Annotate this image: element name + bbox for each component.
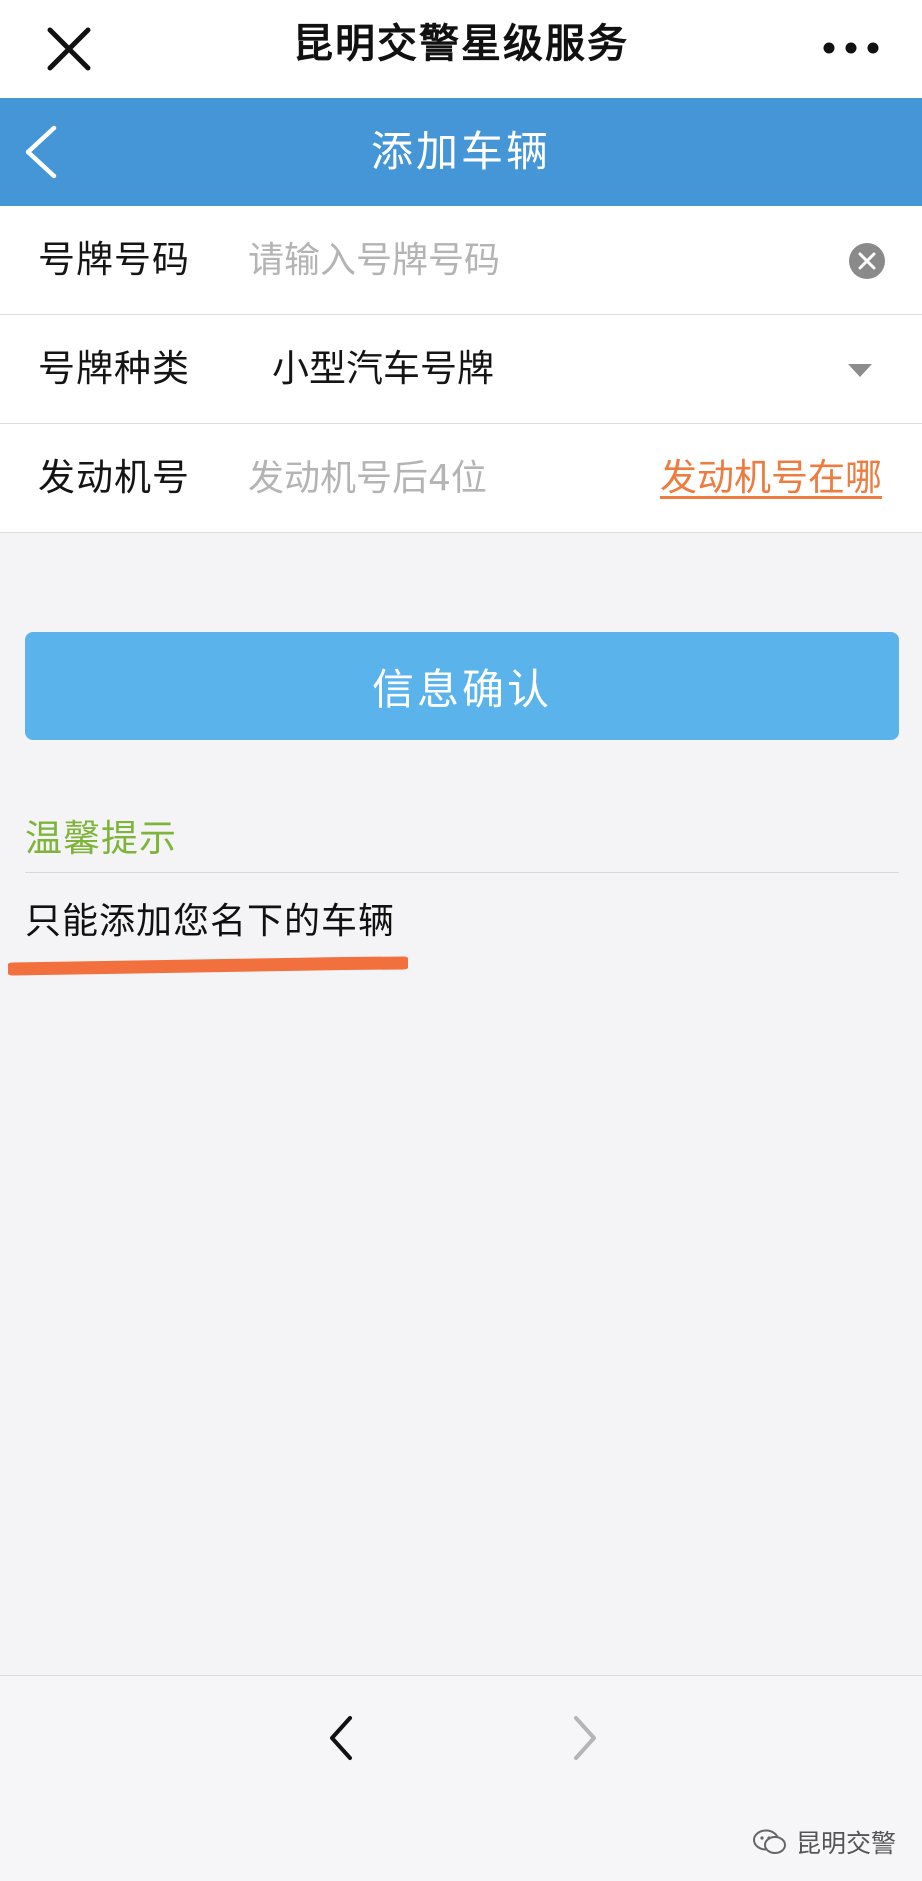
plate-type-label: 号牌种类 (38, 347, 190, 390)
engine-number-row: 发动机号 发动机号在哪 (0, 424, 922, 533)
tips-divider (25, 872, 899, 873)
dropdown-caret-icon[interactable] (846, 361, 874, 379)
tips-text: 只能添加您名下的车辆 (25, 901, 396, 942)
plate-type-row[interactable]: 号牌种类 小型汽车号牌 (0, 315, 922, 424)
nav-forward-icon (574, 1716, 596, 1760)
wechat-icon (752, 1829, 786, 1854)
more-icon[interactable] (820, 28, 882, 68)
plate-type-select[interactable]: 小型汽车号牌 (272, 315, 494, 423)
highlight-stroke (8, 956, 408, 976)
plate-number-input[interactable] (248, 232, 828, 288)
watermark: 昆明交警 (752, 1824, 896, 1860)
app-title: 昆明交警星级服务 (293, 21, 629, 67)
clear-icon[interactable] (848, 242, 886, 280)
engine-number-input[interactable] (248, 450, 628, 506)
watermark-text: 昆明交警 (795, 1829, 896, 1858)
bottom-toolbar: 昆明交警 (0, 1675, 922, 1881)
plate-number-label: 号牌号码 (38, 238, 190, 281)
confirm-button[interactable]: 信息确认 (25, 632, 899, 740)
engine-number-help-link[interactable]: 发动机号在哪 (660, 424, 882, 532)
engine-number-label: 发动机号 (38, 456, 190, 499)
top-bar: 昆明交警星级服务 (0, 0, 922, 99)
tips-title: 温馨提示 (25, 817, 177, 860)
nav-bar: 添加车辆 (0, 98, 922, 206)
nav-back-icon[interactable] (326, 1712, 356, 1764)
page-title: 添加车辆 (370, 127, 551, 176)
plate-number-row: 号牌号码 (0, 206, 922, 315)
vehicle-form: 号牌号码 号牌种类 小型汽车号牌 发动机号 发动机号在哪 (0, 206, 922, 533)
